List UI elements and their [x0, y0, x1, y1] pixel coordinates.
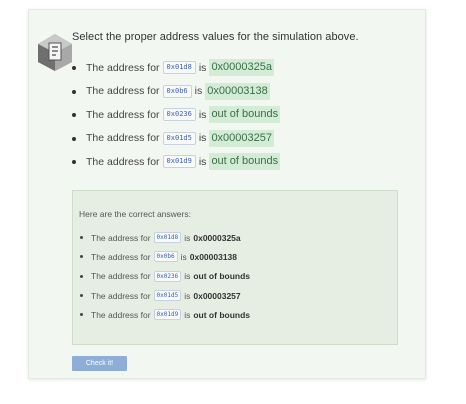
address-code: 0x01d9	[162, 155, 196, 169]
item-prefix: The address for	[86, 108, 160, 121]
answer-select[interactable]: 0x0000325a	[209, 59, 274, 77]
correct-answer-list: The address for 0x01d8 is 0x0000325a The…	[77, 228, 250, 324]
list-item: The address for 0x0b6 is 0x00003138	[77, 247, 250, 266]
item-prefix: The address for	[91, 309, 151, 320]
item-prefix: The address for	[91, 232, 151, 243]
item-is: is	[184, 290, 191, 301]
item-prefix: The address for	[91, 290, 151, 301]
item-prefix: The address for	[91, 271, 151, 282]
list-item: The address for 0x01d9 is out of bounds	[68, 150, 281, 174]
item-is: is	[198, 61, 207, 74]
item-is: is	[198, 155, 207, 168]
list-item: The address for 0x01d8 is 0x0000325a	[77, 228, 250, 247]
correct-answer: out of bounds	[193, 309, 251, 320]
answer-select[interactable]: 0x00003257	[209, 129, 274, 147]
item-prefix: The address for	[86, 155, 160, 168]
list-item: The address for 0x0236 is out of bounds	[68, 103, 281, 127]
address-code: 0x0236	[153, 270, 182, 282]
item-is: is	[194, 85, 203, 98]
correct-answer: 0x00003257	[193, 290, 241, 301]
list-item: The address for 0x0236 is out of bounds	[77, 267, 250, 286]
list-item: The address for 0x0b6 is 0x00003138	[68, 80, 280, 104]
answer-select[interactable]: 0x00003138	[205, 82, 270, 100]
item-is: is	[184, 271, 191, 282]
address-code: 0x01d5	[153, 290, 182, 302]
correct-answer: 0x00003138	[189, 251, 238, 262]
choice-list: The address for 0x01d8 is 0x0000325a The…	[68, 56, 281, 174]
activity-prompt: Select the proper address values for the…	[72, 31, 359, 43]
answers-title: Here are the correct answers:	[79, 209, 191, 219]
address-code: 0x0b6	[153, 251, 178, 263]
address-code: 0x0b6	[162, 84, 192, 98]
item-prefix: The address for	[86, 85, 160, 98]
answer-select[interactable]: out of bounds	[209, 106, 281, 124]
item-prefix: The address for	[86, 61, 160, 74]
item-is: is	[198, 108, 207, 121]
address-code: 0x01d9	[153, 309, 182, 321]
item-is: is	[198, 132, 207, 145]
item-prefix: The address for	[91, 251, 151, 262]
address-code: 0x0236	[162, 108, 196, 122]
list-item: The address for 0x01d8 is 0x0000325a	[68, 56, 280, 80]
item-prefix: The address for	[86, 132, 160, 145]
item-is: is	[180, 251, 187, 262]
list-item: The address for 0x01d5 is 0x00003257	[77, 286, 250, 305]
item-is: is	[184, 232, 191, 243]
check-it-button[interactable]: Check it!	[72, 356, 127, 371]
correct-answers-panel: Here are the correct answers: The addres…	[72, 190, 398, 345]
correct-answer: out of bounds	[193, 271, 251, 282]
list-item: The address for 0x01d9 is out of bounds	[77, 305, 250, 324]
list-item: The address for 0x01d5 is 0x00003257	[68, 127, 280, 151]
item-is: is	[184, 309, 191, 320]
correct-answer: 0x0000325a	[193, 232, 241, 243]
address-code: 0x01d5	[162, 131, 196, 145]
address-code: 0x01d8	[153, 232, 182, 244]
address-code: 0x01d8	[162, 61, 196, 75]
answer-select[interactable]: out of bounds	[209, 153, 281, 171]
